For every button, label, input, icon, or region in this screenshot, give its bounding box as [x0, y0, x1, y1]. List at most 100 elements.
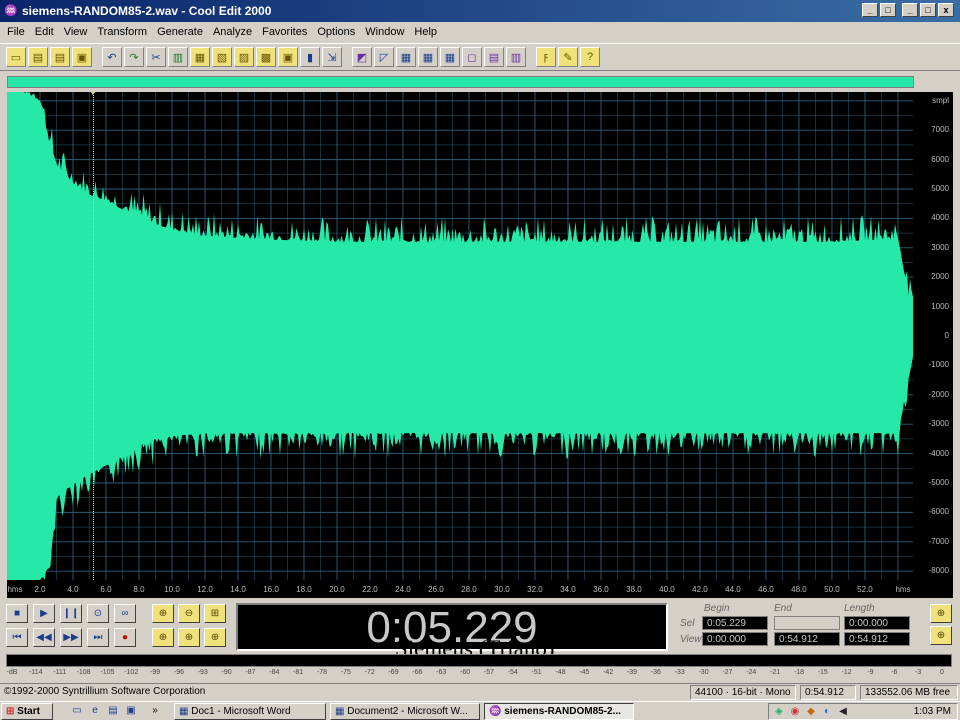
cursor-marker-icon[interactable]	[88, 92, 99, 95]
menu-options[interactable]: Options	[312, 26, 360, 38]
zoom-full-icon[interactable]: ⊞	[204, 604, 226, 623]
restore-doc-button[interactable]: □	[880, 3, 896, 17]
menu-help[interactable]: Help	[409, 26, 442, 38]
copy-icon[interactable]: ▥	[168, 47, 188, 67]
selection-view-panel: Begin End Length Sel 0:05.229 0:00.000 V…	[676, 603, 916, 651]
sel-end-field[interactable]	[774, 616, 840, 630]
zoom-in-horizontal-icon[interactable]: ⊕	[152, 604, 174, 623]
save-icon[interactable]: ▣	[72, 47, 92, 67]
sel-begin-field[interactable]: 0:05.229	[702, 616, 768, 630]
waveform-plot[interactable]	[7, 92, 913, 580]
minimize-doc-button[interactable]: _	[862, 3, 878, 17]
menu-file[interactable]: File	[2, 26, 30, 38]
y-tick-label: 1000	[931, 301, 949, 311]
new-file-icon[interactable]: ▭	[6, 47, 26, 67]
cut-icon[interactable]: ✂	[146, 47, 166, 67]
mix-paste-icon[interactable]: ▩	[256, 47, 276, 67]
view-length-field[interactable]: 0:54.912	[844, 632, 910, 646]
grid-1-icon[interactable]: ▦	[396, 47, 416, 67]
taskbar-clock[interactable]: 1:03 PM	[914, 706, 951, 717]
tray-network-icon[interactable]: ◈	[773, 706, 785, 718]
menu-window[interactable]: Window	[360, 26, 409, 38]
amplitude-ruler[interactable]: smpl 7000 6000 5000 4000 3000 2000 1000 0 -1000 -…	[913, 92, 953, 580]
zoom-to-left-icon[interactable]: ⊕	[152, 628, 174, 647]
sel-length-field[interactable]: 0:00.000	[844, 616, 910, 630]
paste-new-icon[interactable]: ▨	[234, 47, 254, 67]
menu-analyze[interactable]: Analyze	[208, 26, 257, 38]
loop-icon[interactable]: ∞	[114, 604, 136, 623]
cool-edit-icon[interactable]: ♒	[4, 4, 18, 18]
minimize-button[interactable]: _	[902, 3, 918, 17]
go-to-end-icon[interactable]: ⏭	[87, 628, 109, 647]
go-to-start-icon[interactable]: ⏮	[6, 628, 28, 647]
quick-launch-overflow[interactable]: »	[148, 704, 162, 718]
meter-tick-label: -24	[746, 669, 757, 676]
y-tick-label: 2000	[931, 272, 949, 282]
repeat-icon[interactable]: ↷	[124, 47, 144, 67]
task-doc2[interactable]: ▦ Document2 - Microsoft W...	[330, 703, 480, 720]
close-button[interactable]: x	[938, 3, 954, 17]
open-file-icon[interactable]: ▤	[28, 47, 48, 67]
trim-icon[interactable]: ▮	[300, 47, 320, 67]
y-unit-label: smpl	[932, 96, 949, 105]
scripts-icon[interactable]: ✎	[558, 47, 578, 67]
playback-cursor[interactable]	[93, 92, 95, 580]
zoom-to-right-icon[interactable]: ⊕	[178, 628, 200, 647]
pause-icon[interactable]: ❙❙	[60, 604, 82, 623]
zoom-out-horizontal-icon[interactable]: ⊖	[178, 604, 200, 623]
meter-tick-label: -3	[915, 669, 922, 676]
internet-explorer-icon[interactable]: e	[88, 704, 102, 718]
cue-list-icon[interactable]: ▤	[484, 47, 504, 67]
zoom-selection-icon[interactable]: ⊕	[204, 628, 226, 647]
menu-view[interactable]: View	[59, 26, 93, 38]
tray-antivirus-icon[interactable]: ◉	[789, 706, 801, 718]
rewind-icon[interactable]: ◀◀	[33, 628, 55, 647]
media-icon[interactable]: ▣	[124, 704, 138, 718]
explorer-icon[interactable]: ▤	[106, 704, 120, 718]
grid-2-icon[interactable]: ▦	[418, 47, 438, 67]
close-file-icon[interactable]: ▤	[50, 47, 70, 67]
play-icon[interactable]: ▶	[33, 604, 55, 623]
grid-3-icon[interactable]: ▦	[440, 47, 460, 67]
tray-app-icon[interactable]: ◆	[805, 706, 817, 718]
maximize-button[interactable]: □	[920, 3, 936, 17]
settings-icon[interactable]: ϝ	[536, 47, 556, 67]
menu-transform[interactable]: Transform	[92, 26, 152, 38]
meter-tick-label: -21	[770, 669, 781, 676]
tray-shield-icon[interactable]: ◐	[821, 706, 833, 718]
copy-new-icon[interactable]: ▦	[190, 47, 210, 67]
waveform-display[interactable]	[7, 92, 913, 580]
task-doc1[interactable]: ▦ Doc1 - Microsoft Word	[174, 703, 326, 720]
play-list-icon[interactable]: ▥	[506, 47, 526, 67]
view-end-field[interactable]: 0:54.912	[774, 632, 840, 646]
play-to-end-icon[interactable]: ⊙	[87, 604, 109, 623]
menu-generate[interactable]: Generate	[152, 26, 208, 38]
info-icon[interactable]: ◻	[462, 47, 482, 67]
record-icon[interactable]: ●	[114, 628, 136, 647]
spectral-view-icon[interactable]: ◩	[352, 47, 372, 67]
waveform-view-icon[interactable]: ◸	[374, 47, 394, 67]
zoom-in-vertical-icon[interactable]: ⊕	[930, 604, 952, 623]
format-status[interactable]: 44100 · 16-bit · Mono	[690, 685, 796, 700]
view-begin-field[interactable]: 0:00.000	[702, 632, 768, 646]
paste-icon[interactable]: ▧	[212, 47, 232, 67]
zoom-out-vertical-icon[interactable]: ⊕	[930, 626, 952, 645]
undo-icon[interactable]: ↶	[102, 47, 122, 67]
help-icon[interactable]: ?	[580, 47, 600, 67]
zoom-full-icon[interactable]: ⇲	[322, 47, 342, 67]
start-button[interactable]: ⊞ Start	[1, 703, 53, 720]
x-tick-label: 48.0	[791, 585, 807, 594]
free-space-status[interactable]: 133552.06 MB free	[860, 685, 958, 700]
y-tick-label: 6000	[931, 154, 949, 164]
menu-edit[interactable]: Edit	[30, 26, 59, 38]
time-ruler[interactable]: hms 2.0 4.0 6.0 8.0 10.0 12.0 14.0 16.0 18.0 20.0 2…	[7, 580, 953, 598]
task-cool-edit[interactable]: ♒ siemens-RANDOM85-2...	[484, 703, 634, 720]
stop-icon[interactable]: ■	[6, 604, 28, 623]
show-desktop-icon[interactable]: ▭	[70, 704, 84, 718]
menu-favorites[interactable]: Favorites	[257, 26, 312, 38]
tray-volume-icon[interactable]: ◀	[837, 706, 849, 718]
fast-forward-icon[interactable]: ▶▶	[60, 628, 82, 647]
duration-status[interactable]: 0:54.912	[800, 685, 856, 700]
save-selection-icon[interactable]: ▣	[278, 47, 298, 67]
overview-bar[interactable]	[7, 76, 914, 88]
